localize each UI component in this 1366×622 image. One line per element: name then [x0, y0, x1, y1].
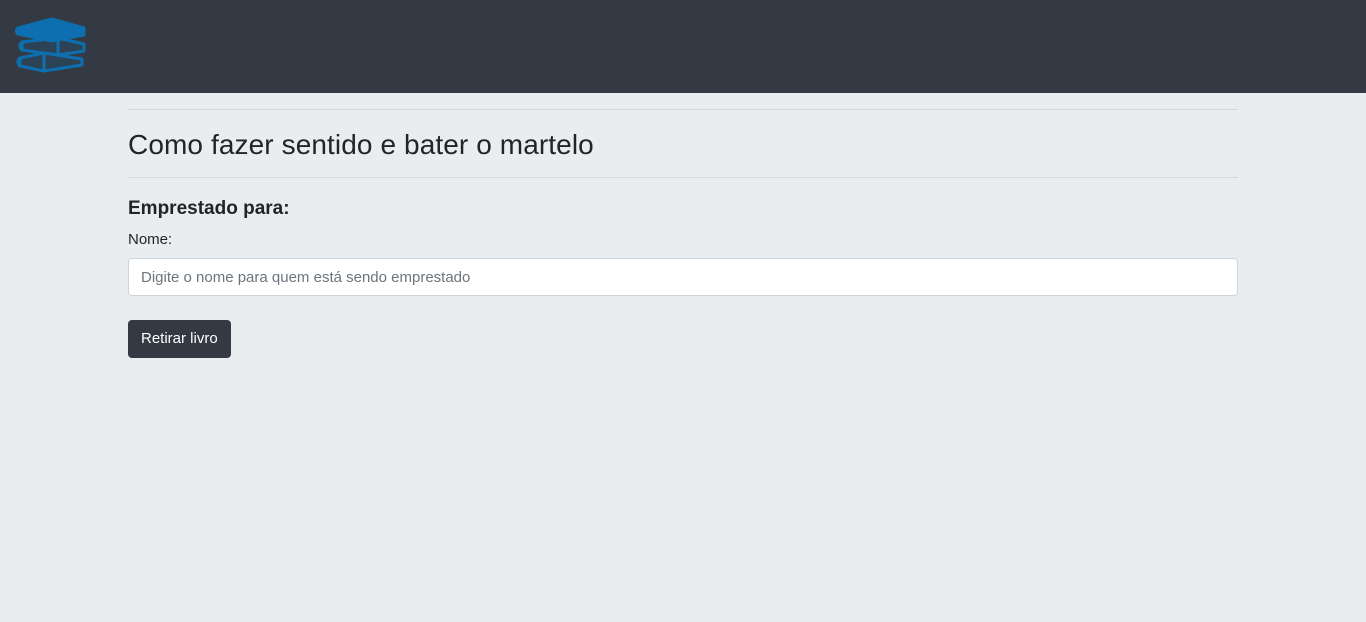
- name-label: Nome:: [128, 231, 173, 248]
- main-content: Como fazer sentido e bater o martelo Emp…: [128, 109, 1238, 358]
- checkout-book-button[interactable]: Retirar livro: [128, 320, 231, 358]
- book-title: Como fazer sentido e bater o martelo: [128, 129, 594, 160]
- loan-heading: Emprestado para:: [128, 198, 290, 219]
- loan-form: Emprestado para: Nome: Retirar livro: [128, 198, 1238, 358]
- borrower-name-input[interactable]: [128, 258, 1238, 296]
- books-stack-icon: [15, 17, 86, 73]
- top-divider: [128, 109, 1238, 110]
- top-navbar: [0, 0, 1366, 93]
- home-logo-link[interactable]: [14, 16, 88, 74]
- title-divider: [128, 177, 1238, 178]
